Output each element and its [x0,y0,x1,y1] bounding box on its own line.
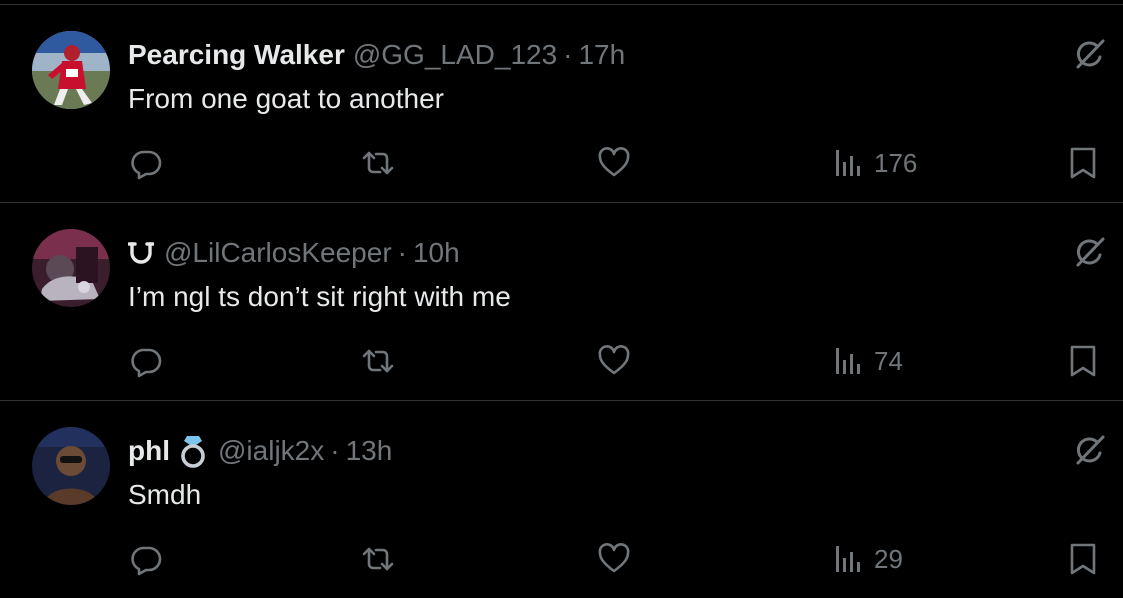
timestamp[interactable]: 13h [346,435,393,467]
bookmark-icon [1070,345,1096,377]
tweet-actions: 74 [0,331,1123,391]
ring-icon [178,433,208,469]
tweet[interactable]: phl @ialjk2x · 13h Smdh 29 [0,401,1123,598]
reply-icon [131,150,162,180]
reply-button[interactable] [129,331,163,391]
like-button[interactable] [597,331,631,391]
views-button[interactable]: 29 [832,529,903,589]
avatar[interactable] [32,427,110,505]
heart-icon [598,543,630,573]
view-count: 29 [874,543,903,574]
retweet-button[interactable] [361,529,395,589]
tweet-actions: 176 [0,133,1123,193]
user-handle[interactable]: @GG_LAD_123 [353,39,557,71]
heart-icon [598,345,630,375]
tweet-text: Smdh [128,479,202,510]
separator: · [563,39,573,70]
view-count: 74 [874,345,903,376]
bookmark-icon [1070,147,1096,179]
retweet-button[interactable] [361,331,395,391]
display-name[interactable]: phl [128,435,170,467]
bookmark-button[interactable] [1066,529,1100,589]
timestamp[interactable]: 17h [578,39,625,71]
avatar[interactable] [32,31,110,109]
bookmark-button[interactable] [1066,133,1100,193]
retweet-icon [362,547,394,571]
user-handle[interactable]: @ialjk2x [218,435,324,467]
reply-icon [131,348,162,378]
tweet-text: I’m ngl ts don’t sit right with me [128,281,511,312]
tweet-text: From one goat to another [128,83,444,114]
views-button[interactable]: 176 [832,133,917,193]
views-icon [836,546,860,572]
grok-icon[interactable] [1073,433,1107,467]
separator: · [330,435,340,466]
tweet[interactable]: Pearcing Walker @GG_LAD_123 · 17h From o… [0,5,1123,202]
tweet-actions: 29 [0,529,1123,589]
views-icon [836,150,860,176]
reply-feed: Pearcing Walker @GG_LAD_123 · 17h From o… [0,0,1123,588]
tweet[interactable]: @LilCarlosKeeper · 10h I’m ngl ts don’t … [0,203,1123,400]
views-button[interactable]: 74 [832,331,903,391]
retweet-icon [362,349,394,373]
timestamp[interactable]: 10h [413,237,460,269]
horseshoe-icon [128,240,154,266]
reply-icon [131,546,162,576]
grok-icon[interactable] [1073,235,1107,269]
retweet-icon [362,151,394,175]
reply-button[interactable] [129,133,163,193]
grok-icon[interactable] [1073,37,1107,71]
user-handle[interactable]: @LilCarlosKeeper [164,237,392,269]
tweet-header: @LilCarlosKeeper · 10h [128,233,460,273]
tweet-header: phl @ialjk2x · 13h [128,431,392,471]
views-icon [836,348,860,374]
like-button[interactable] [597,529,631,589]
display-name[interactable]: Pearcing Walker [128,39,345,71]
like-button[interactable] [597,133,631,193]
reply-button[interactable] [129,529,163,589]
heart-icon [598,147,630,177]
separator: · [397,237,407,268]
retweet-button[interactable] [361,133,395,193]
view-count: 176 [874,147,918,178]
tweet-header: Pearcing Walker @GG_LAD_123 · 17h [128,35,625,75]
avatar[interactable] [32,229,110,307]
bookmark-icon [1070,543,1096,575]
bookmark-button[interactable] [1066,331,1100,391]
